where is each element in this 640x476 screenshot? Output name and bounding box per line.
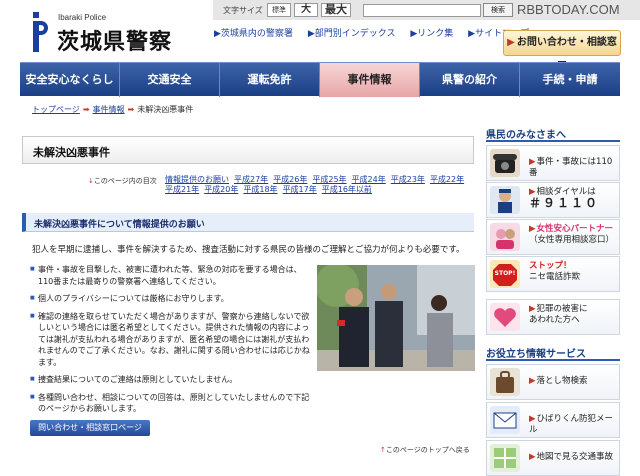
breadcrumb-incidents[interactable]: 事件情報 [93, 105, 125, 114]
officers-photo [317, 265, 475, 371]
sidebar-card-traffic-map[interactable]: ▶地図で見る交通事故 [486, 440, 620, 476]
nav-item-incidents[interactable]: 事件情報 [320, 63, 420, 97]
sidebar-card-lost-items[interactable]: ▶落とし物検索 [486, 364, 620, 400]
toc-link[interactable]: 平成27年 [234, 175, 268, 184]
arrow-right-icon: ▶ [529, 376, 536, 386]
logo-title: 茨城県警察 [57, 30, 173, 55]
arrow-right-icon: ➡ [82, 105, 90, 114]
breadcrumb: トップページ ➡ 事件情報 ➡ 未解決凶悪事件 [32, 104, 193, 115]
contact-button[interactable]: ▶お問い合わせ・相談窓口 [503, 30, 621, 72]
toc-link[interactable]: 平成22年 [430, 175, 464, 184]
telephone-icon [490, 149, 520, 177]
sidebar-card-110[interactable]: ▶事件・事故には110番 [486, 145, 620, 181]
section-title: 未解決凶悪事件について情報提供のお願い [34, 220, 205, 230]
section-heading: 未解決凶悪事件について情報提供のお願い [22, 213, 474, 232]
search-input[interactable] [363, 4, 481, 17]
map-icon [490, 444, 520, 472]
arrow-right-icon: ▶ [529, 452, 536, 462]
officer-icon [490, 186, 520, 214]
list-item: 確認の連絡を取らせていただく場合がありますが、警察から連絡しないで欲しいという場… [30, 311, 312, 369]
search-button[interactable]: 検索 [483, 3, 513, 17]
page-top-link[interactable]: ↑このページのトップへ戻る [380, 445, 470, 455]
arrow-right-icon: ▶ [529, 414, 536, 424]
nav-item-procedures[interactable]: 手続・申請 [520, 63, 620, 97]
arrow-right-icon: ▶ [529, 224, 536, 234]
toc-link[interactable]: 情報提供のお願い [165, 175, 229, 184]
bullet-list: 事件・事故を目撃した、被害に遭われた等、緊急の対応を要する場合は、110番または… [30, 264, 312, 421]
nav-item-safety[interactable]: 安全安心なくらし [20, 63, 120, 97]
nav-item-about[interactable]: 県警の紹介 [420, 63, 520, 97]
sidebar-card-victims[interactable]: ▶犯罪の被害に あわれた方へ [486, 299, 620, 335]
font-size-large-button[interactable]: 大 [294, 3, 318, 17]
arrow-right-icon: ➡ [127, 105, 135, 114]
mail-icon [490, 406, 520, 434]
toc-link[interactable]: 平成20年 [204, 185, 238, 194]
list-item: 捜査結果についてのご連絡は原則としていたしません。 [30, 374, 312, 386]
toc-link[interactable]: 平成18年 [243, 185, 277, 194]
toc-link[interactable]: 平成26年 [273, 175, 307, 184]
breadcrumb-top[interactable]: トップページ [32, 105, 80, 114]
util-link-links[interactable]: ▶リンク集 [410, 29, 459, 39]
logo-subtitle: Ibaraki Police [58, 13, 107, 22]
utility-links: ▶茨城県内の警察署 ▶部門別インデックス ▶リンク集 ▶サイトマップ [214, 26, 541, 39]
list-item: 個人のプライバシーについては厳格にお守りします。 [30, 293, 312, 305]
nav-item-license[interactable]: 運転免許 [220, 63, 320, 97]
toc-links: 情報提供のお願い 平成27年 平成26年 平成25年 平成24年 平成23年 平成22年 平… [165, 175, 475, 195]
inquiry-page-button[interactable]: 問い合わせ・相談窓口ページ [30, 420, 150, 436]
toc-link[interactable]: 平成24年 [352, 175, 386, 184]
util-link-department-index[interactable]: ▶部門別インデックス [308, 29, 402, 39]
toc-link[interactable]: 平成23年 [391, 175, 425, 184]
sidebar-card-9110[interactable]: ▶相談ダイヤルは ＃９１１０ [486, 182, 620, 218]
font-size-max-button[interactable]: 最大 [321, 3, 351, 17]
watermark: RBBTODAY.COM [517, 2, 620, 17]
sidebar-heading-citizens: 県民のみなさまへ [486, 126, 620, 142]
page-title: 未解決凶悪事件 [33, 146, 110, 159]
top-utility-bar: 文字サイズ 標準 大 最大 検索 RBBTODAY.COM [213, 0, 640, 20]
sidebar-heading-services: お役立ち情報サービス [486, 345, 620, 361]
sidebar-card-crime-mail[interactable]: ▶ひばりくん防犯メール [486, 402, 620, 438]
list-item: 事件・事故を目撃した、被害に遭われた等、緊急の対応を要する場合は、110番または… [30, 264, 312, 287]
toc-link[interactable]: 平成21年 [165, 185, 199, 194]
police-logo-icon [33, 12, 48, 52]
font-size-standard-button[interactable]: 標準 [267, 3, 291, 17]
intro-text: 犯人を早期に逮捕し、事件を解決するため、捜査活動に対する県民の皆様のご理解とご協… [32, 245, 465, 255]
util-link-police-stations[interactable]: ▶茨城県内の警察署 [214, 29, 299, 39]
breadcrumb-current: 未解決凶悪事件 [137, 105, 194, 114]
heart-icon [490, 303, 520, 331]
arrow-right-icon: ▶ [529, 157, 536, 167]
sidebar-card-women-partner[interactable]: ▶女性安心パートナー （女性専用相談窓口） [486, 219, 620, 255]
women-partner-icon [490, 223, 520, 251]
arrow-right-icon: ▶ [507, 37, 515, 48]
nav-item-traffic[interactable]: 交通安全 [120, 63, 220, 97]
toc-label: ↓このページ内の目次 [88, 177, 157, 185]
bag-icon [490, 368, 520, 396]
header: Ibaraki Police 茨城県警察 文字サイズ 標準 大 最大 検索 RB… [0, 0, 640, 72]
site-logo[interactable]: Ibaraki Police 茨城県警察 [30, 10, 190, 55]
toc-link[interactable]: 平成17年 [283, 185, 317, 194]
toc-link[interactable]: 平成25年 [312, 175, 346, 184]
list-item: 各種問い合わせ、相談についての回答は、原則としていたしませんので下記のページから… [30, 392, 312, 415]
main-nav: 安全安心なくらし 交通安全 運転免許 事件情報 県警の紹介 手続・申請 [20, 62, 620, 97]
stop-sign-icon: STOP! [490, 260, 520, 288]
officers-photo-image [317, 265, 475, 371]
toc-link[interactable]: 平成16年以前 [322, 185, 372, 194]
sidebar-card-stop-fraud[interactable]: STOP! ストップ！ ニセ電話詐欺 [486, 256, 620, 292]
page-title-box: 未解決凶悪事件 [22, 136, 474, 164]
arrow-right-icon: ▶ [529, 304, 536, 314]
font-size-label: 文字サイズ [223, 6, 263, 15]
